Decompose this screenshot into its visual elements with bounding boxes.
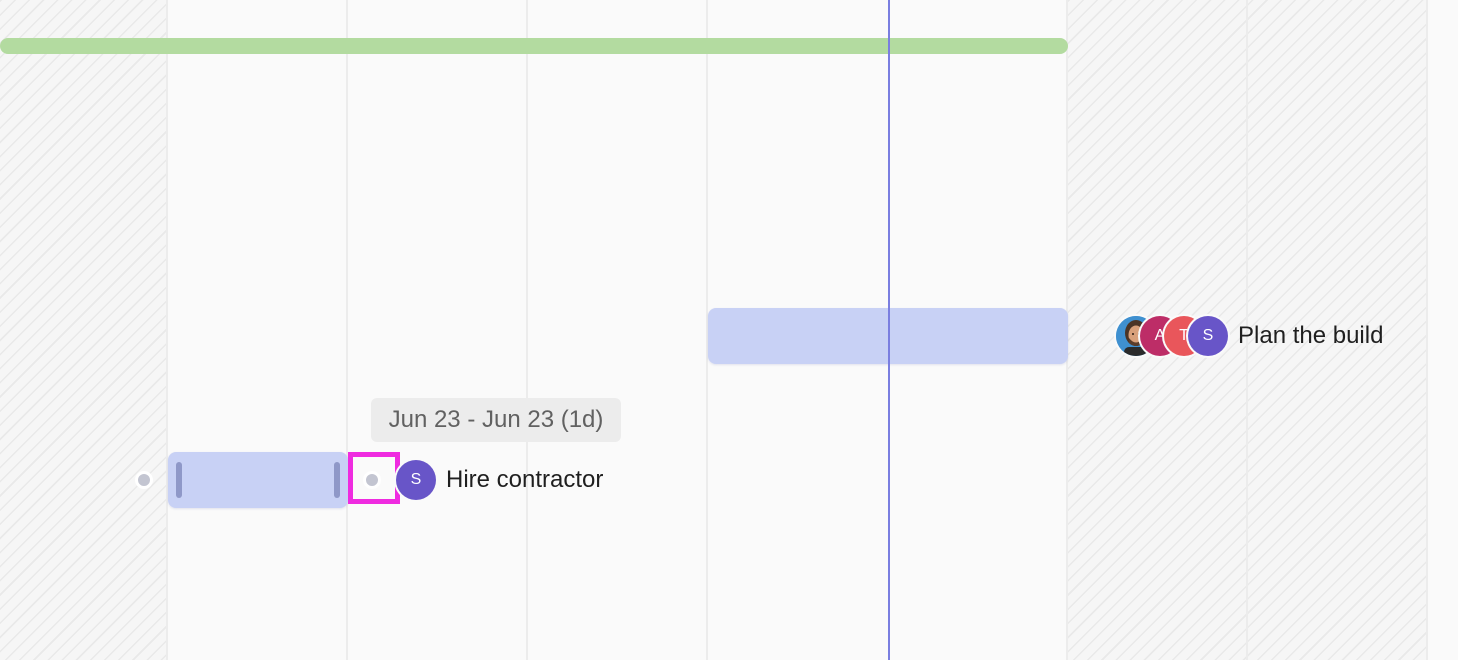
assignee-avatar-s[interactable]: S bbox=[396, 460, 436, 500]
assignee-avatar-s[interactable]: S bbox=[1188, 316, 1228, 356]
day-gridline bbox=[1426, 0, 1428, 660]
task-label-hire-contractor[interactable]: Hire contractor bbox=[446, 464, 603, 496]
task-bar-hire-contractor[interactable] bbox=[168, 452, 348, 508]
dependency-connector-left[interactable] bbox=[135, 471, 153, 489]
group-progress-bar[interactable] bbox=[0, 38, 1068, 54]
highlight-box bbox=[348, 452, 400, 504]
gantt-timeline: A T S Plan the build Jun 23 - Jun 23 (1d… bbox=[0, 0, 1458, 660]
task-label-plan-the-build[interactable]: Plan the build bbox=[1238, 320, 1383, 352]
day-gridline bbox=[346, 0, 348, 660]
weekend-column bbox=[0, 0, 167, 660]
day-gridline bbox=[166, 0, 168, 660]
date-range-tooltip: Jun 23 - Jun 23 (1d) bbox=[371, 398, 621, 442]
today-marker-line bbox=[888, 0, 890, 660]
resize-handle-left[interactable] bbox=[176, 462, 182, 498]
resize-handle-right[interactable] bbox=[334, 462, 340, 498]
day-gridline bbox=[526, 0, 528, 660]
